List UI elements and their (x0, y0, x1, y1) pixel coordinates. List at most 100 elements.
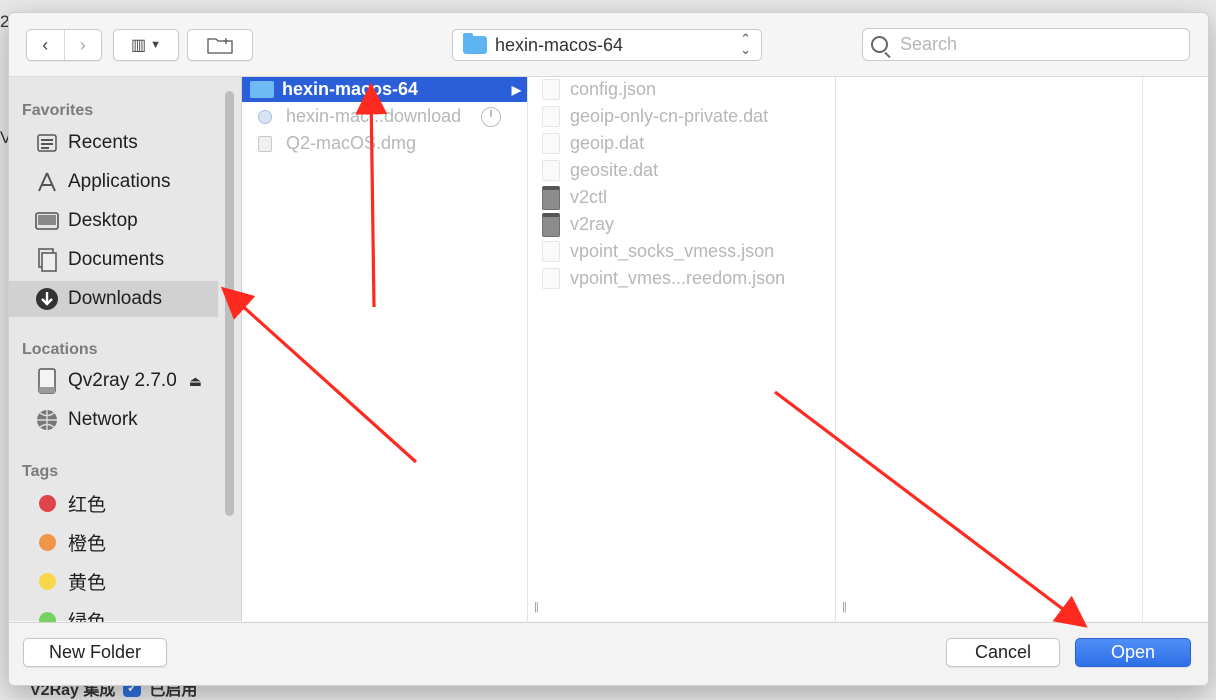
executable-icon (542, 212, 560, 237)
browser-column-1: hexin-macos-64 ▶ hexin-mac...download Q2… (242, 77, 540, 621)
disclosure-triangle-icon: ▶ (511, 82, 521, 97)
sidebar-scrollbar[interactable] (225, 91, 234, 516)
document-icon (542, 268, 560, 289)
cancel-button[interactable]: Cancel (946, 638, 1060, 667)
file-name: geoip-only-cn-private.dat (570, 106, 769, 126)
new-folder-button[interactable]: New Folder (23, 638, 167, 667)
sidebar-tag-label: 橙色 (68, 533, 107, 555)
file-name: vpoint_vmes...reedom.json (570, 268, 786, 288)
sidebar-tag-orange[interactable]: 橙色 (9, 524, 218, 560)
file-name: hexin-mac...download (286, 106, 462, 126)
sidebar-item-label: Recents (68, 132, 138, 153)
document-icon (542, 160, 560, 181)
sidebar-tag-label: 黄色 (68, 572, 107, 594)
document-icon (542, 241, 560, 262)
sidebar-item-documents[interactable]: Documents (9, 242, 218, 278)
sidebar-tag-red[interactable]: 红色 (9, 485, 218, 521)
sidebar-item-label: Qv2ray 2.7.0 (68, 370, 177, 391)
file-row[interactable]: geoip-only-cn-private.dat (528, 104, 768, 129)
sidebar-tag-yellow[interactable]: 黄色 (9, 563, 218, 599)
document-icon (542, 133, 560, 154)
columns-view-icon: ▥ (130, 37, 147, 54)
browser-column-4 (1143, 77, 1208, 621)
chevron-down-icon: ▼ (150, 39, 161, 51)
file-name: v2ctl (570, 187, 608, 207)
file-name: Q2-macOS.dmg (286, 133, 417, 153)
downloads-icon (34, 286, 60, 312)
document-icon (542, 79, 560, 100)
column-resize-handle[interactable]: || (842, 601, 847, 613)
sidebar-item-network[interactable]: Network (9, 402, 218, 438)
sidebar-section-favorites: Favorites (22, 102, 94, 119)
disk-icon (34, 368, 60, 394)
sidebar-tag-label: 红色 (68, 494, 107, 516)
network-icon (34, 407, 60, 433)
open-button[interactable]: Open (1075, 638, 1191, 667)
search-field[interactable] (862, 28, 1190, 61)
chevron-right-icon: › (79, 35, 86, 55)
new-folder-icon (207, 38, 233, 54)
sidebar: Favorites Recents Applications Desktop D… (9, 77, 242, 633)
view-mode-button[interactable]: ▥ ▼ (113, 29, 179, 61)
path-popup[interactable]: hexin-macos-64 ⌃ ⌄ (452, 29, 762, 61)
sidebar-section-tags: Tags (22, 463, 59, 480)
file-row[interactable]: v2ctl (528, 185, 607, 210)
sidebar-item-label: Applications (68, 171, 171, 192)
file-row[interactable]: vpoint_vmes...reedom.json (528, 266, 785, 291)
file-row-hexin-macos-64[interactable]: hexin-macos-64 ▶ (242, 77, 527, 102)
new-folder-toolbar-button[interactable] (187, 29, 253, 61)
browser-column-2: config.json geoip-only-cn-private.dat ge… (528, 77, 836, 621)
column-resize-handle[interactable]: || (534, 601, 539, 613)
applications-icon (34, 169, 60, 195)
browser-column-3: || (836, 77, 1143, 621)
file-row[interactable]: config.json (528, 77, 656, 102)
path-popup-label: hexin-macos-64 (495, 34, 624, 55)
file-row[interactable]: geoip.dat (528, 131, 644, 156)
file-name: config.json (570, 79, 657, 99)
dialog-footer: New Folder Cancel Open (9, 622, 1208, 685)
desktop-icon (34, 208, 60, 234)
documents-icon (34, 247, 60, 273)
search-input[interactable] (898, 33, 1172, 56)
disk-image-icon (258, 135, 272, 152)
file-name: hexin-macos-64 (282, 79, 419, 99)
sidebar-item-recents[interactable]: Recents (9, 125, 218, 161)
sidebar-item-desktop[interactable]: Desktop (9, 203, 218, 239)
file-row[interactable]: v2ray (528, 212, 614, 237)
chevron-left-icon: ‹ (42, 35, 49, 55)
sidebar-item-applications[interactable]: Applications (9, 164, 218, 200)
file-name: vpoint_socks_vmess.json (570, 241, 775, 261)
sidebar-item-qv2ray-disk[interactable]: Qv2ray 2.7.0 ⏏ (9, 363, 218, 399)
executable-icon (542, 185, 560, 210)
forward-button[interactable]: › (63, 30, 102, 60)
download-progress-icon (481, 106, 502, 127)
sidebar-item-label: Documents (68, 249, 165, 270)
file-name: geosite.dat (570, 160, 659, 180)
sidebar-item-label: Network (68, 409, 138, 430)
search-icon (871, 36, 888, 53)
sidebar-item-label: Downloads (68, 288, 162, 309)
back-button[interactable]: ‹ (27, 30, 64, 60)
navigation-buttons: ‹ › (26, 29, 102, 61)
dialog-toolbar: ‹ › ▥ ▼ hexin-macos-64 ⌃ ⌄ (9, 13, 1208, 77)
file-name: geoip.dat (570, 133, 645, 153)
orange-tag-dot-icon (39, 533, 56, 551)
red-tag-dot-icon (39, 494, 56, 512)
file-row[interactable]: vpoint_socks_vmess.json (528, 239, 774, 264)
sidebar-section-locations: Locations (22, 341, 98, 358)
download-file-icon (258, 109, 272, 124)
updown-chevron-icon: ⌃ ⌄ (740, 31, 751, 57)
sidebar-item-label: Desktop (68, 210, 138, 231)
file-row-hexin-download[interactable]: hexin-mac...download (242, 104, 502, 129)
eject-icon[interactable]: ⏏ (189, 373, 202, 390)
file-name: v2ray (570, 214, 615, 234)
file-row[interactable]: geosite.dat (528, 158, 658, 183)
folder-icon (463, 33, 487, 54)
folder-icon (250, 81, 274, 98)
document-icon (542, 106, 560, 127)
sidebar-item-downloads[interactable]: Downloads (9, 281, 218, 317)
yellow-tag-dot-icon (39, 572, 56, 590)
file-row-q2-dmg[interactable]: Q2-macOS.dmg (242, 131, 416, 156)
open-file-dialog: ‹ › ▥ ▼ hexin-macos-64 ⌃⌄ Favorites (8, 12, 1209, 686)
clock-icon (34, 130, 60, 156)
